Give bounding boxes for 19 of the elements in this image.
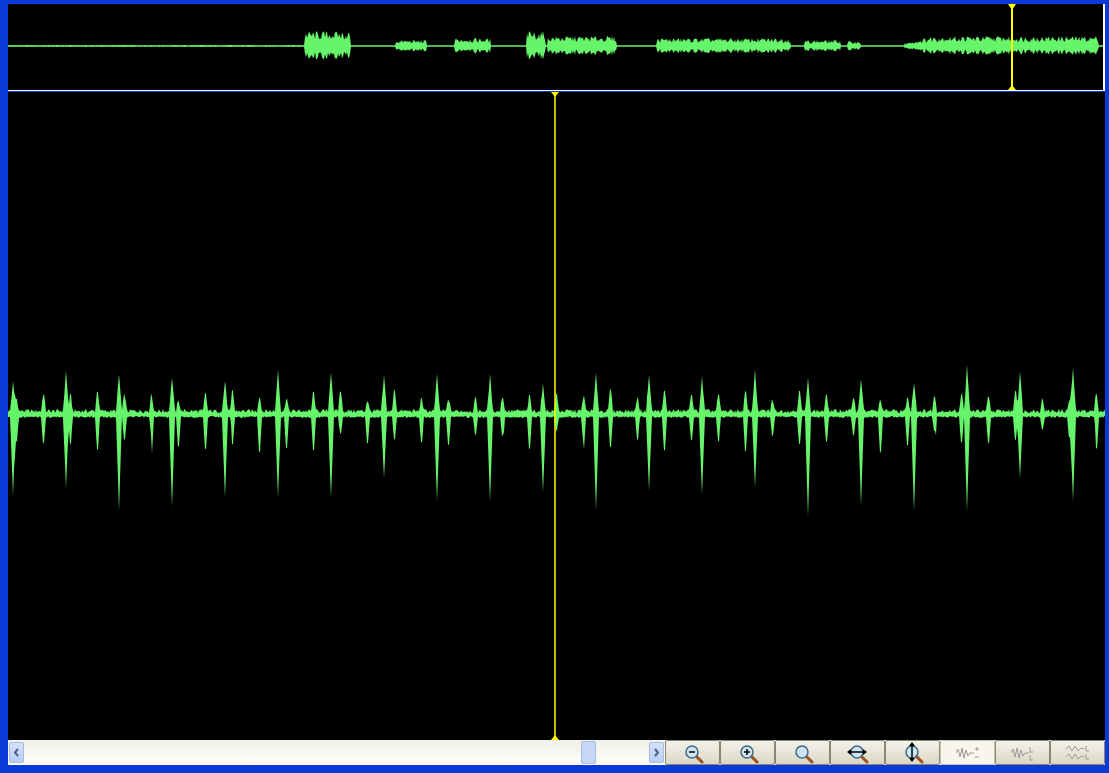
- view-stereo-button[interactable]: [1050, 740, 1105, 765]
- zoom-out-button[interactable]: [665, 740, 720, 765]
- view-split-button[interactable]: [995, 740, 1050, 765]
- split-wave-icon: [1010, 744, 1035, 761]
- zoom-vertical-button[interactable]: [885, 740, 940, 765]
- zoom-fit-button[interactable]: [775, 740, 830, 765]
- chevron-left-icon: [13, 748, 20, 757]
- zoom-in-button[interactable]: [720, 740, 775, 765]
- zoom-horizontal-button[interactable]: [830, 740, 885, 765]
- scroll-thumb[interactable]: [581, 741, 596, 764]
- playhead-marker[interactable]: [1008, 4, 1016, 90]
- scroll-left-button[interactable]: [9, 742, 24, 763]
- playhead-marker[interactable]: [551, 92, 559, 740]
- chevron-right-icon: [653, 748, 660, 757]
- overview-waveform[interactable]: [8, 4, 1103, 90]
- stereo-wave-icon: [1065, 744, 1090, 761]
- scroll-right-button[interactable]: [649, 742, 664, 763]
- mono-wave-icon: [955, 744, 980, 761]
- waveform-view[interactable]: [8, 92, 1105, 740]
